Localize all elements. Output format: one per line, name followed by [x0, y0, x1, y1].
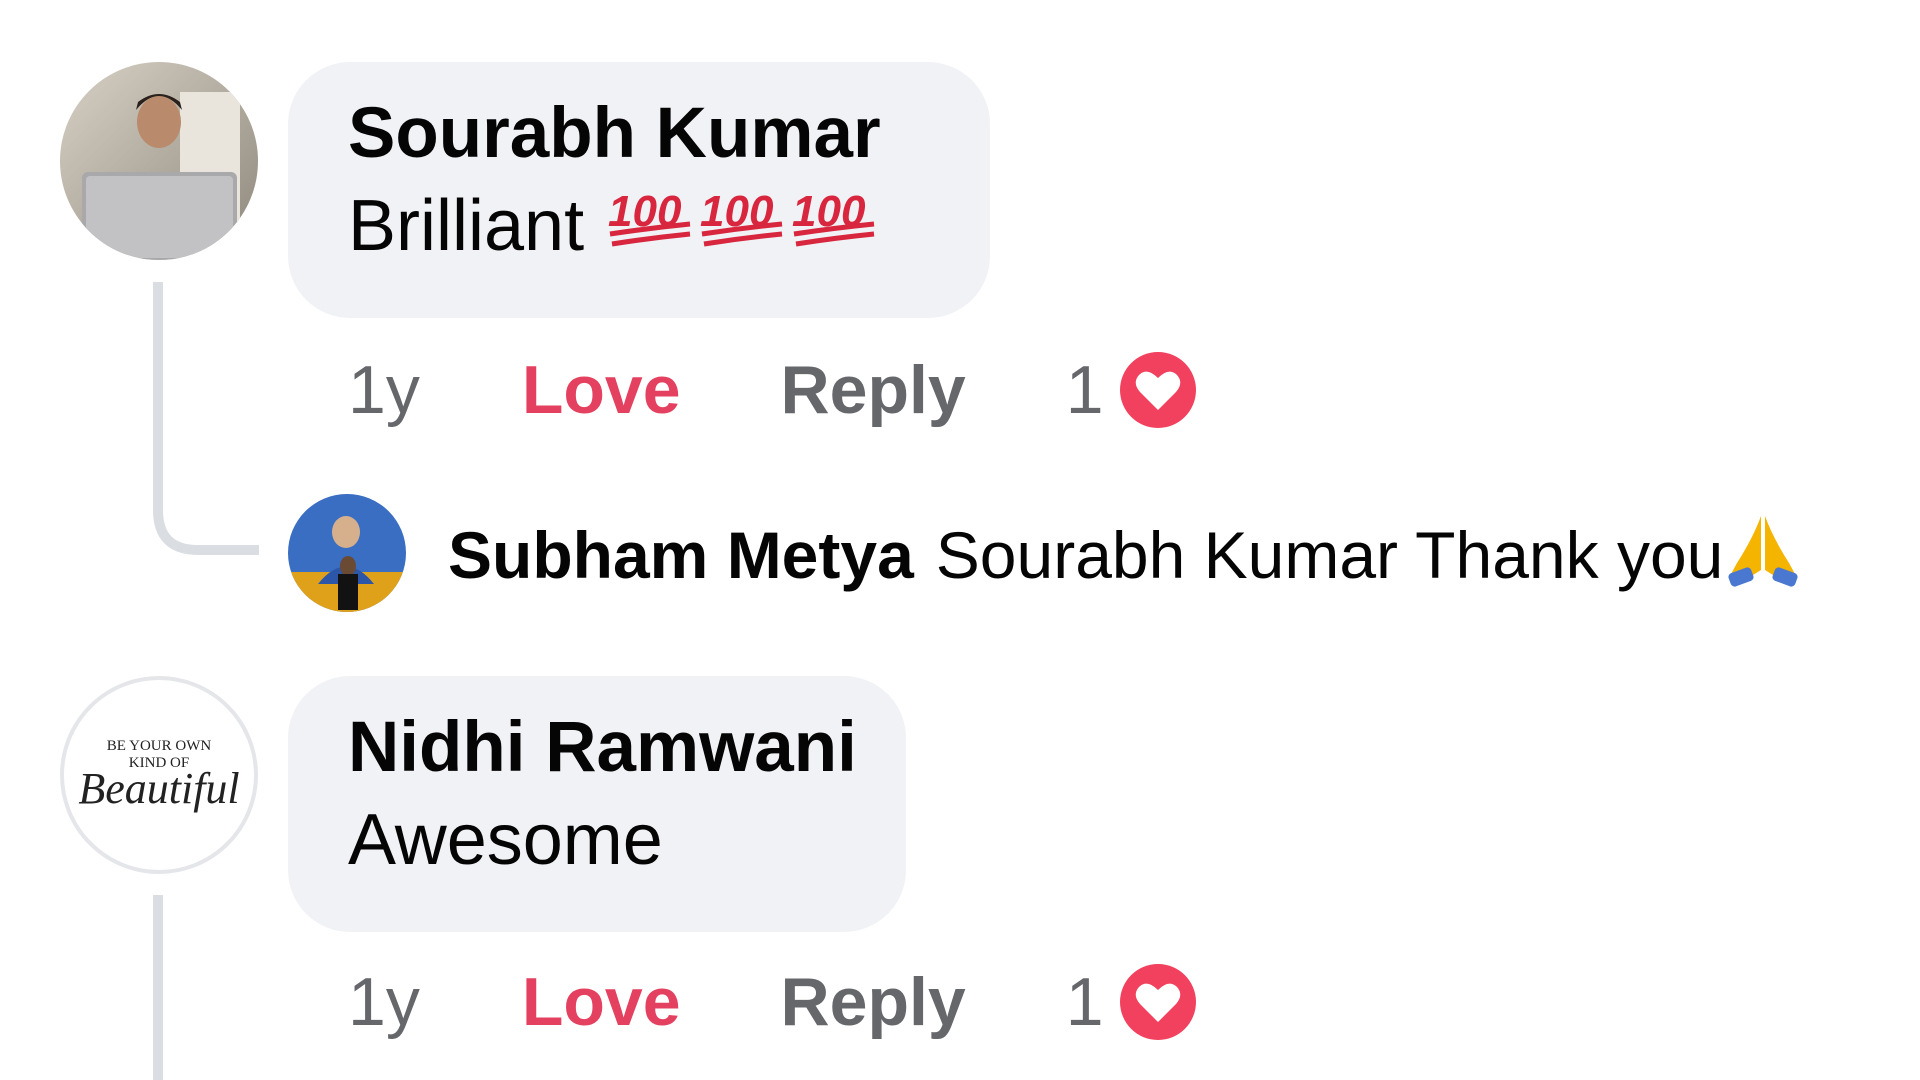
avatar-text-line1: BE YOUR OWN	[107, 738, 212, 754]
reply-button[interactable]: Reply	[781, 351, 966, 429]
folded-hands-icon	[1723, 508, 1803, 603]
avatar-subham-metya[interactable]	[288, 494, 406, 612]
avatar-sourabh-kumar[interactable]	[60, 62, 258, 260]
avatar-nidhi-ramwani[interactable]: BE YOUR OWN KIND OF Beautiful	[60, 676, 258, 874]
reply-button[interactable]: Reply	[781, 963, 966, 1041]
comment-bubble-1[interactable]: Sourabh Kumar Brilliant 100 100 100	[288, 62, 990, 318]
love-reaction-icon[interactable]	[1118, 962, 1198, 1042]
love-button[interactable]: Love	[522, 963, 681, 1041]
reply-text: Sourabh Kumar Thank you	[935, 518, 1724, 592]
comment-text: Awesome	[348, 800, 663, 880]
love-reaction-icon[interactable]	[1118, 350, 1198, 430]
reply-author[interactable]: Subham Metya	[448, 517, 914, 593]
love-button[interactable]: Love	[522, 351, 681, 429]
comment-author[interactable]: Sourabh Kumar	[348, 92, 990, 176]
comment-thread: Sourabh Kumar Brilliant 100 100 100 1y L…	[0, 0, 1920, 1080]
comment-actions-1: 1y Love Reply 1	[348, 340, 1198, 440]
thread-line-2	[153, 895, 163, 1080]
thread-line-1	[153, 282, 163, 482]
reaction-count[interactable]: 1	[1066, 351, 1104, 429]
reaction-count[interactable]: 1	[1066, 963, 1104, 1041]
comment-timestamp[interactable]: 1y	[348, 963, 420, 1041]
comment-text: Brilliant 100 100 100	[348, 176, 990, 284]
hundred-points-icon: 100	[604, 178, 696, 284]
comment-author[interactable]: Nidhi Ramwani	[348, 706, 906, 790]
reply-comment: Subham Metya Sourabh Kumar Thank you	[448, 505, 1803, 605]
hundred-points-icon: 100	[696, 178, 788, 284]
avatar-text-line3: Beautiful	[78, 764, 239, 813]
comment-timestamp[interactable]: 1y	[348, 351, 420, 429]
comment-bubble-2[interactable]: Nidhi Ramwani Awesome	[288, 676, 906, 932]
comment-text-body: Brilliant	[348, 186, 585, 266]
comment-actions-2: 1y Love Reply 1	[348, 952, 1198, 1052]
thread-connector-1	[153, 470, 259, 555]
hundred-points-icon: 100	[788, 178, 880, 284]
